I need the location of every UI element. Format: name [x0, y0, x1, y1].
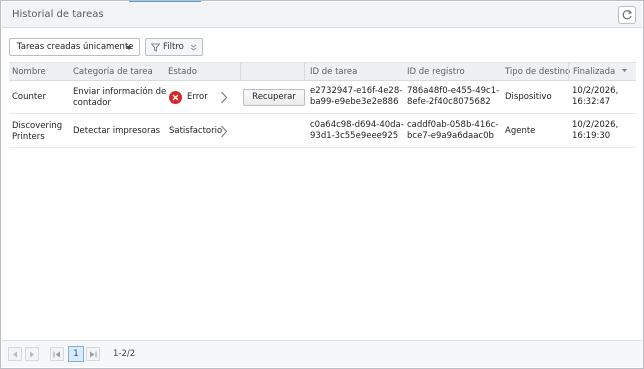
chevron-down-icon	[126, 46, 132, 50]
last-page-button[interactable]	[86, 347, 100, 361]
refresh-icon	[622, 10, 633, 20]
column-header-dest-type[interactable]: Tipo de destino	[505, 67, 570, 77]
finished-line: 10/2/2026,	[572, 120, 619, 130]
triangle-right-icon	[30, 351, 34, 357]
sort-desc-icon	[621, 69, 627, 72]
pagination-bar: 1 1-2/2	[2, 340, 642, 367]
filter-label: Filtro	[163, 42, 184, 52]
column-separator	[304, 63, 305, 82]
task-id-line: ba99-e9ebe3e2e886	[310, 97, 399, 107]
finished-line: 10/2/2026,	[572, 86, 619, 96]
column-header-category[interactable]: Categoría de tarea	[73, 67, 153, 77]
panel-title: Historial de tareas	[12, 9, 104, 20]
triangle-left-icon	[13, 351, 17, 357]
current-page-indicator[interactable]: 1	[68, 346, 84, 362]
cell-finished: 10/2/2026, 16:19:30	[572, 120, 618, 142]
cell-record-id: 786a48f0-e455-49c1- 8efe-2f40c8075682	[407, 86, 499, 108]
grid-header: Nombre Categoría de tarea Estado ID de t…	[9, 62, 636, 82]
prev-page-button[interactable]	[8, 347, 22, 361]
first-page-button[interactable]	[50, 347, 64, 361]
refresh-button[interactable]	[618, 6, 636, 24]
record-id-line: 786a48f0-e455-49c1-	[407, 86, 500, 96]
task-id-line: e2732947-e16f-4e28-	[310, 86, 403, 96]
table-row[interactable]: Counter Enviar información de contador E…	[9, 81, 636, 114]
chevron-right-icon[interactable]	[220, 125, 228, 138]
cell-task-id: c0a64c98-d694-40da- 93d1-3c55e9eee925	[310, 120, 404, 142]
table-row[interactable]: Discovering Printers Detectar impresoras…	[9, 115, 636, 148]
filter-button[interactable]: Filtro	[145, 38, 203, 56]
double-chevron-down-icon	[190, 44, 197, 51]
task-scope-dropdown[interactable]: Tareas creadas únicamente	[9, 38, 140, 56]
column-separator	[240, 63, 241, 82]
cell-status: Satisfactorio	[169, 126, 222, 137]
category-line: contador	[73, 98, 111, 108]
cell-category: Enviar información de contador	[73, 87, 166, 109]
cell-status: Error	[169, 91, 208, 104]
page-range-info: 1-2/2	[113, 349, 136, 359]
last-page-icon	[90, 351, 97, 357]
cell-finished: 10/2/2026, 16:32:47	[572, 86, 618, 108]
status-text: Error	[187, 92, 208, 102]
record-id-line: caddf0ab-058b-416c-	[407, 120, 499, 130]
name-line: Printers	[12, 132, 45, 142]
chevron-right-icon[interactable]	[220, 91, 228, 104]
cell-dest-type: Agente	[505, 126, 536, 136]
record-id-line: bce7-e9a9a6daac0b	[407, 131, 494, 141]
finished-label: Finalizada	[573, 67, 616, 77]
task-id-line: 93d1-3c55e9eee925	[310, 131, 399, 141]
column-header-record-id[interactable]: ID de registro	[407, 67, 465, 77]
first-page-icon	[53, 351, 60, 357]
task-history-panel: Historial de tareas Tareas creadas única…	[0, 0, 644, 369]
error-icon	[169, 91, 182, 104]
column-separator	[568, 63, 569, 82]
funnel-icon	[151, 43, 160, 52]
cell-name: Discovering Printers	[12, 121, 62, 143]
column-header-status[interactable]: Estado	[168, 67, 197, 77]
column-header-name[interactable]: Nombre	[12, 67, 46, 77]
cell-record-id: caddf0ab-058b-416c- bce7-e9a9a6daac0b	[407, 120, 498, 142]
finished-line: 16:19:30	[572, 131, 611, 141]
category-line: Enviar información de	[73, 87, 167, 97]
column-header-finished[interactable]: Finalizada	[573, 67, 628, 77]
task-id-line: c0a64c98-d694-40da-	[310, 120, 404, 130]
cell-dest-type: Dispositivo	[505, 92, 552, 102]
finished-line: 16:32:47	[572, 97, 611, 107]
record-id-line: 8efe-2f40c8075682	[407, 97, 491, 107]
recover-button[interactable]: Recuperar	[243, 89, 305, 106]
title-bar: Historial de tareas	[2, 2, 642, 28]
cell-name: Counter	[12, 92, 46, 102]
column-header-task-id[interactable]: ID de tarea	[310, 67, 357, 77]
cell-task-id: e2732947-e16f-4e28- ba99-e9ebe3e2e886	[310, 86, 402, 108]
next-page-button[interactable]	[25, 347, 39, 361]
dropdown-value: Tareas creadas únicamente	[17, 42, 134, 52]
status-text: Satisfactorio	[169, 126, 223, 136]
name-line: Discovering	[12, 121, 63, 131]
cell-category: Detectar impresoras	[73, 126, 161, 136]
